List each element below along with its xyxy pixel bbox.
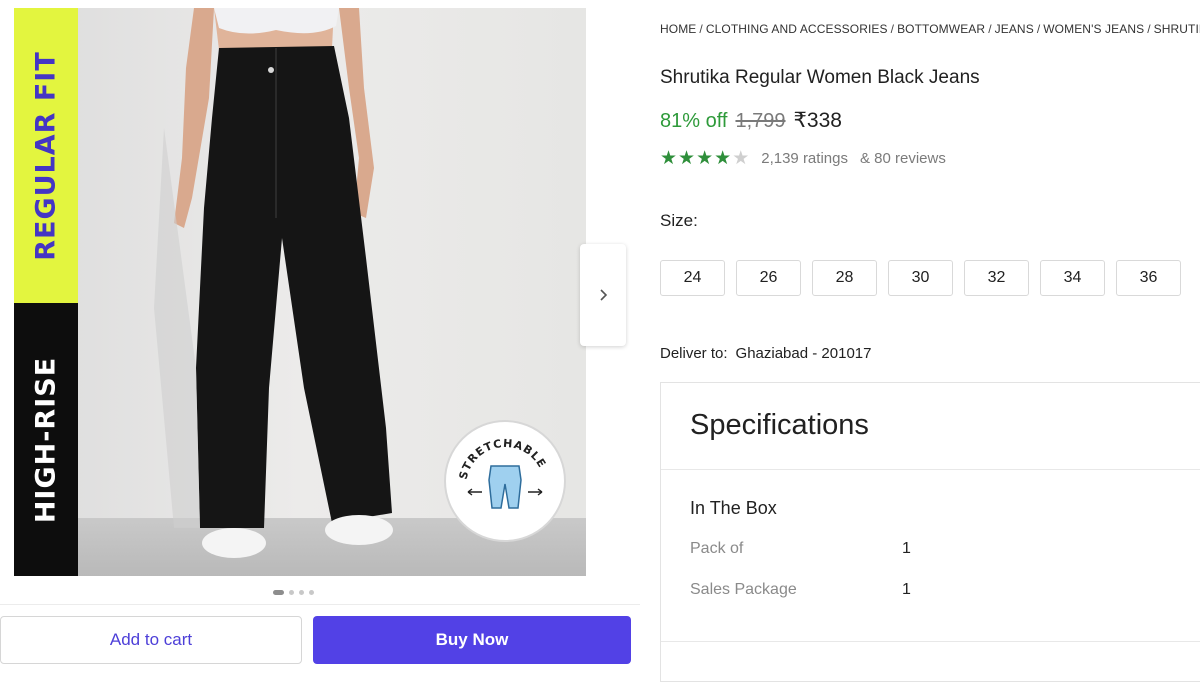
spec-value: 1	[902, 581, 911, 598]
pagination-dot[interactable]	[299, 590, 304, 595]
stretchable-jeans-icon: STRETCHABLE	[457, 437, 548, 509]
star-icon: ★	[660, 148, 678, 169]
size-option[interactable]: 30	[888, 260, 953, 296]
size-option[interactable]: 36	[1116, 260, 1181, 296]
breadcrumb-separator: /	[1036, 22, 1041, 36]
image-pagination-dots[interactable]	[273, 590, 314, 595]
spec-divider	[661, 469, 1200, 470]
size-option[interactable]: 24	[660, 260, 725, 296]
reviews-count: & 80 reviews	[859, 150, 946, 167]
buy-now-button[interactable]: Buy Now	[313, 616, 631, 664]
size-options: 24 26 28 30 32 34 36	[660, 260, 1181, 296]
price-row: 81% off 1,799 ₹338	[660, 108, 842, 133]
breadcrumb-separator: /	[1147, 22, 1151, 36]
size-option[interactable]: 34	[1040, 260, 1105, 296]
pagination-dot[interactable]	[289, 590, 294, 595]
star-icon: ★	[696, 148, 714, 169]
specifications-title: Specifications	[690, 409, 869, 441]
breadcrumb-item[interactable]: HOME	[660, 22, 696, 36]
breadcrumb: HOME / CLOTHING AND ACCESSORIES / BOTTOMWEAR…	[660, 22, 1200, 36]
spec-row-pack-of: Pack of 1	[690, 540, 911, 558]
discount-percent: 81% off	[660, 110, 728, 132]
regular-fit-label: REGULAR FIT	[30, 50, 62, 261]
delivery-location[interactable]: Ghaziabad - 201017	[736, 345, 872, 362]
pagination-dot[interactable]	[309, 590, 314, 595]
breadcrumb-item[interactable]: WOMEN'S JEANS	[1043, 22, 1144, 36]
next-image-button[interactable]	[580, 244, 626, 346]
size-label: Size:	[660, 211, 698, 230]
add-to-cart-button[interactable]: Add to cart	[0, 616, 302, 664]
specifications-panel: Specifications In The Box Pack of 1 Sale…	[660, 382, 1200, 682]
ratings-count: 2,139 ratings	[761, 150, 848, 167]
star-rating: ★ ★ ★ ★ ★	[660, 147, 749, 170]
regular-fit-band: REGULAR FIT	[14, 8, 78, 303]
star-icon: ★	[714, 148, 732, 169]
spec-row-sales-package: Sales Package 1	[690, 581, 911, 599]
spec-group-title: In The Box	[690, 498, 777, 518]
size-option[interactable]: 26	[736, 260, 801, 296]
breadcrumb-separator: /	[890, 22, 895, 36]
star-icon: ★	[678, 148, 696, 169]
stretchable-badge: STRETCHABLE	[444, 420, 566, 542]
spec-key: Pack of	[690, 540, 744, 557]
breadcrumb-item[interactable]: JEANS	[995, 22, 1034, 36]
breadcrumb-item[interactable]: CLOTHING AND ACCESSORIES	[706, 22, 888, 36]
product-details: HOME / CLOTHING AND ACCESSORIES / BOTTOMWEAR…	[660, 0, 1200, 682]
size-option[interactable]: 32	[964, 260, 1029, 296]
spec-divider	[661, 641, 1200, 642]
size-option[interactable]: 28	[812, 260, 877, 296]
spec-value: 1	[902, 540, 911, 557]
high-rise-band: HIGH-RISE	[14, 303, 78, 576]
action-bar: Add to cart Buy Now	[0, 604, 640, 671]
breadcrumb-separator: /	[699, 22, 703, 36]
deliver-to-label: Deliver to:	[660, 345, 728, 362]
product-title: Shrutika Regular Women Black Jeans	[660, 67, 980, 88]
breadcrumb-separator: /	[988, 22, 992, 36]
breadcrumb-item[interactable]: BOTTOMWEAR	[897, 22, 985, 36]
high-rise-label: HIGH-RISE	[30, 356, 62, 523]
original-price: 1,799	[735, 110, 786, 132]
chevron-right-icon	[600, 289, 608, 301]
pagination-dot[interactable]	[273, 590, 284, 595]
product-image-gallery[interactable]: REGULAR FIT HIGH-RISE STRETCHABLE	[14, 8, 586, 576]
delivery-info: Deliver to: Ghaziabad - 201017	[660, 345, 871, 362]
rating-row[interactable]: ★ ★ ★ ★ ★ 2,139 ratings & 80 reviews	[660, 147, 946, 170]
spec-key: Sales Package	[690, 581, 797, 598]
breadcrumb-item[interactable]: SHRUTIKA	[1154, 22, 1200, 36]
star-icon: ★	[732, 148, 750, 169]
selling-price: ₹338	[793, 109, 842, 132]
